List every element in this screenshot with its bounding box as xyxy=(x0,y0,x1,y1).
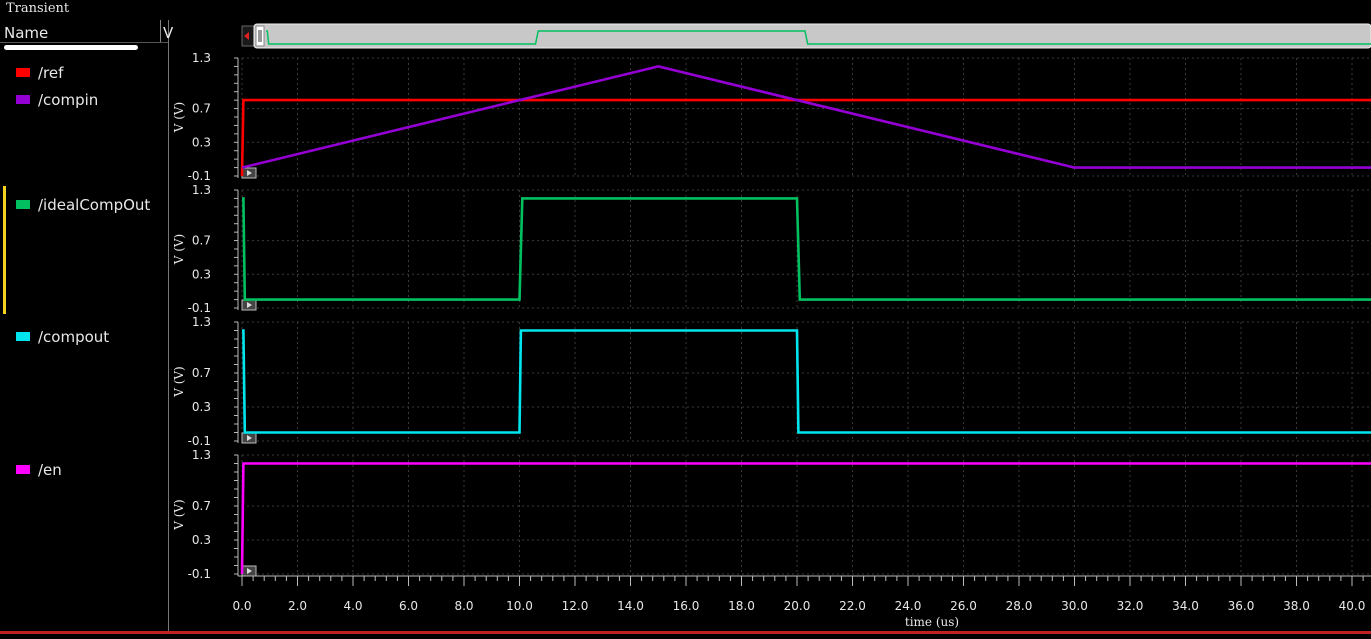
waveform-strip: 1.3 0.7 0.3 -0.1 V (V) xyxy=(172,51,1371,183)
series-line xyxy=(242,329,1371,434)
y-tick-label: 0.3 xyxy=(192,400,211,414)
x-tick-label: 38.0 xyxy=(1283,599,1310,613)
y-tick-label: 0.3 xyxy=(192,135,211,149)
y-axis-label: V (V) xyxy=(172,102,186,134)
x-tick-label: 40.0 xyxy=(1339,599,1366,613)
waveform-strip: 1.3 0.7 0.3 -0.1 V (V) xyxy=(172,315,1371,448)
x-tick-label: 36.0 xyxy=(1228,599,1255,613)
y-tick-label: -0.1 xyxy=(188,434,211,448)
y-tick-label: 0.7 xyxy=(192,102,211,116)
y-tick-label: 1.3 xyxy=(192,448,211,462)
waveform-plot-area[interactable]: 1.3 0.7 0.3 -0.1 V (V) 1.3 0.7 0.3 -0.1 V (V) 1.3 0… xyxy=(0,0,1371,631)
y-tick-label: 1.3 xyxy=(192,315,211,329)
series-line xyxy=(240,462,1371,575)
y-tick-label: -0.1 xyxy=(188,301,211,315)
x-tick-label: 30.0 xyxy=(1061,599,1088,613)
x-tick-label: 28.0 xyxy=(1006,599,1033,613)
y-axis-label: V (V) xyxy=(172,234,186,266)
y-tick-label: 0.7 xyxy=(192,499,211,513)
bottom-border xyxy=(0,631,1371,634)
y-tick-label: 0.7 xyxy=(192,366,211,380)
y-axis-label: V (V) xyxy=(172,366,186,398)
y-tick-label: 1.3 xyxy=(192,183,211,197)
y-axis-label: V (V) xyxy=(172,499,186,531)
x-tick-label: 32.0 xyxy=(1117,599,1144,613)
x-axis: 0.0 2.0 4.0 6.0 8.0 10.0 12.0 14.0 16.0 18.0 20.0 2… xyxy=(232,575,1371,629)
y-tick-label: 0.7 xyxy=(192,234,211,248)
y-tick-label: 0.3 xyxy=(192,267,211,281)
x-tick-label: 22.0 xyxy=(839,599,866,613)
y-tick-label: -0.1 xyxy=(188,567,211,581)
x-tick-label: 6.0 xyxy=(399,599,418,613)
x-tick-label: 14.0 xyxy=(617,599,644,613)
x-tick-label: 18.0 xyxy=(728,599,755,613)
x-tick-label: 0.0 xyxy=(232,599,251,613)
x-tick-label: 16.0 xyxy=(673,599,700,613)
x-axis-label: time (us) xyxy=(905,615,959,629)
series-line xyxy=(240,98,1371,177)
x-tick-label: 4.0 xyxy=(343,599,362,613)
x-tick-label: 2.0 xyxy=(288,599,307,613)
overview-scrollbar xyxy=(241,23,1371,49)
y-tick-label: -0.1 xyxy=(188,169,211,183)
y-tick-label: 0.3 xyxy=(192,533,211,547)
series-line xyxy=(242,197,1371,301)
waveform-strip: 1.3 0.7 0.3 -0.1 V (V) xyxy=(172,448,1371,581)
x-tick-label: 20.0 xyxy=(784,599,811,613)
x-tick-label: 10.0 xyxy=(506,599,533,613)
y-tick-label: 1.3 xyxy=(192,51,211,65)
x-tick-label: 34.0 xyxy=(1172,599,1199,613)
x-tick-label: 24.0 xyxy=(895,599,922,613)
waveform-strip: 1.3 0.7 0.3 -0.1 V (V) xyxy=(172,183,1371,315)
x-tick-label: 26.0 xyxy=(950,599,977,613)
x-tick-label: 8.0 xyxy=(454,599,473,613)
x-tick-label: 12.0 xyxy=(562,599,589,613)
scroll-thumb-handle xyxy=(255,25,265,47)
series-line xyxy=(241,65,1371,169)
